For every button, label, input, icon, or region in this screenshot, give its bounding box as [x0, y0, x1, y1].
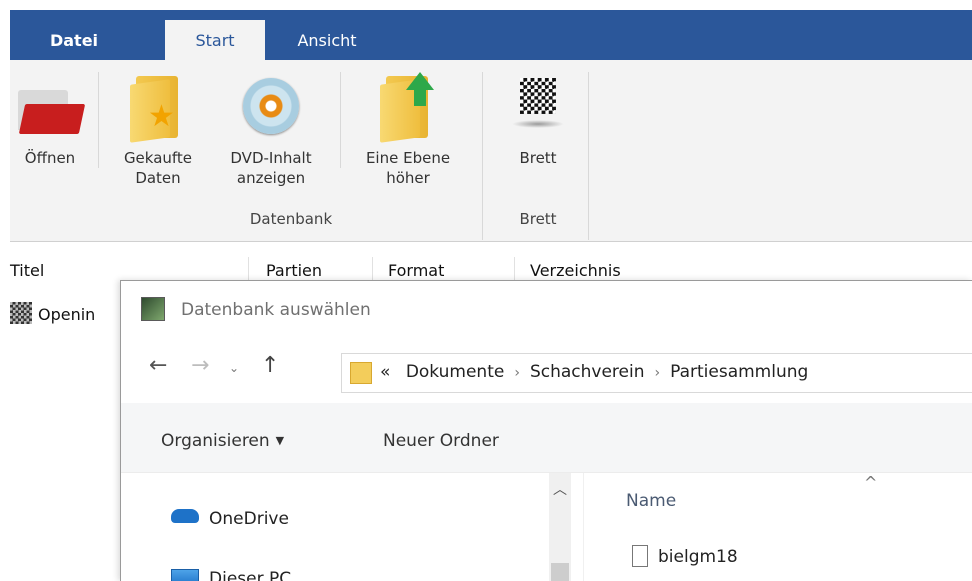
command-bar: Organisieren ▼ Neuer Ordner — [121, 403, 972, 473]
level-up-button[interactable]: Eine Ebene höher — [346, 72, 470, 188]
list-item-title: Openin — [38, 305, 96, 324]
red-folder-icon — [18, 72, 86, 140]
database-icon — [10, 302, 32, 324]
computer-icon — [171, 569, 199, 581]
nav-item-label: OneDrive — [209, 509, 289, 529]
recent-locations-chevron-icon[interactable]: ⌄ — [229, 361, 239, 375]
nav-item-this-pc[interactable]: Dieser PC — [171, 569, 291, 581]
open-label: Öffnen — [24, 149, 76, 167]
organize-menu-button[interactable]: Organisieren ▼ — [161, 431, 284, 451]
new-folder-button[interactable]: Neuer Ordner — [383, 431, 499, 451]
app-icon — [141, 297, 165, 321]
ribbon-separator — [340, 72, 341, 168]
level-up-label-2: höher — [386, 169, 430, 187]
breadcrumb-overflow[interactable]: « — [380, 362, 390, 382]
back-arrow-icon[interactable]: ← — [149, 353, 167, 378]
purchased-label-1: Gekaufte — [123, 149, 193, 167]
level-up-label-1: Eine Ebene — [365, 149, 451, 167]
nav-item-onedrive[interactable]: OneDrive — [171, 509, 289, 529]
file-icon — [632, 545, 648, 567]
select-database-dialog: Datenbank auswählen ← → ⌄ ↑ « Dokumente ›… — [120, 280, 972, 581]
breadcrumb: « Dokumente › Schachverein › Partiesammlung — [380, 362, 808, 382]
dialog-navigation-bar: ← → ⌄ ↑ « Dokumente › Schachverein › Parties… — [121, 343, 972, 403]
dropdown-triangle-icon: ▼ — [275, 434, 285, 447]
board-button[interactable]: Brett — [500, 72, 576, 168]
file-list-pane: ^ Name bielgm18 — [583, 473, 972, 581]
dvd-label-1: DVD-Inhalt — [230, 149, 312, 167]
folder-icon — [350, 362, 372, 384]
scrollbar-thumb[interactable] — [551, 563, 569, 581]
sort-ascending-caret-icon: ^ — [864, 473, 878, 492]
column-header-format[interactable]: Format — [388, 261, 444, 280]
dvd-label-2: anzeigen — [236, 169, 306, 187]
open-button[interactable]: Öffnen — [8, 72, 92, 168]
group-separator — [482, 72, 483, 240]
file-name: bielgm18 — [658, 547, 738, 567]
dialog-titlebar: Datenbank auswählen — [121, 281, 972, 343]
nav-item-label: Dieser PC — [209, 569, 292, 581]
breadcrumb-chevron-icon[interactable]: › — [654, 365, 660, 381]
breadcrumb-schachverein[interactable]: Schachverein — [530, 362, 645, 382]
column-header-titel[interactable]: Titel — [10, 261, 44, 280]
dialog-title: Datenbank auswählen — [181, 300, 371, 320]
address-bar[interactable]: « Dokumente › Schachverein › Partiesammlung — [341, 353, 972, 393]
scroll-up-arrow-icon[interactable]: ︿ — [553, 479, 567, 499]
column-header-partien[interactable]: Partien — [266, 261, 322, 280]
board-label: Brett — [519, 149, 557, 167]
cloud-icon — [171, 509, 199, 523]
column-header-name[interactable]: Name — [626, 491, 676, 511]
dvd-icon — [239, 72, 303, 140]
purchased-data-button[interactable]: ★ Gekaufte Daten — [106, 72, 210, 188]
ribbon-tab-bar: Datei Start Ansicht — [0, 0, 972, 72]
dvd-content-button[interactable]: DVD-Inhalt anzeigen — [212, 72, 330, 188]
column-header-verzeichnis[interactable]: Verzeichnis — [530, 261, 621, 280]
breadcrumb-dokumente[interactable]: Dokumente — [406, 362, 505, 382]
navigation-pane: OneDrive Dieser PC — [121, 473, 581, 581]
chessboard-icon — [506, 72, 570, 140]
group-label-brett: Brett — [519, 210, 557, 228]
ribbon-separator — [98, 72, 99, 168]
folder-up-icon — [376, 72, 440, 143]
star-folder-icon: ★ — [126, 72, 190, 143]
navigation-pane-scrollbar[interactable]: ︿ — [549, 473, 571, 581]
ribbon-panel: Öffnen ★ Gekaufte Daten DVD-Inhalt anzei… — [10, 60, 972, 242]
forward-arrow-icon[interactable]: → — [191, 353, 209, 378]
group-separator — [588, 72, 589, 240]
purchased-label-2: Daten — [135, 169, 181, 187]
up-arrow-icon[interactable]: ↑ — [261, 353, 279, 378]
breadcrumb-partiesammlung[interactable]: Partiesammlung — [670, 362, 808, 382]
breadcrumb-chevron-icon[interactable]: › — [514, 365, 520, 381]
organize-label: Organisieren — [161, 431, 270, 451]
list-item[interactable]: Openin — [10, 302, 95, 324]
group-label-datenbank: Datenbank — [249, 210, 333, 228]
file-list-item[interactable]: bielgm18 — [632, 545, 738, 567]
